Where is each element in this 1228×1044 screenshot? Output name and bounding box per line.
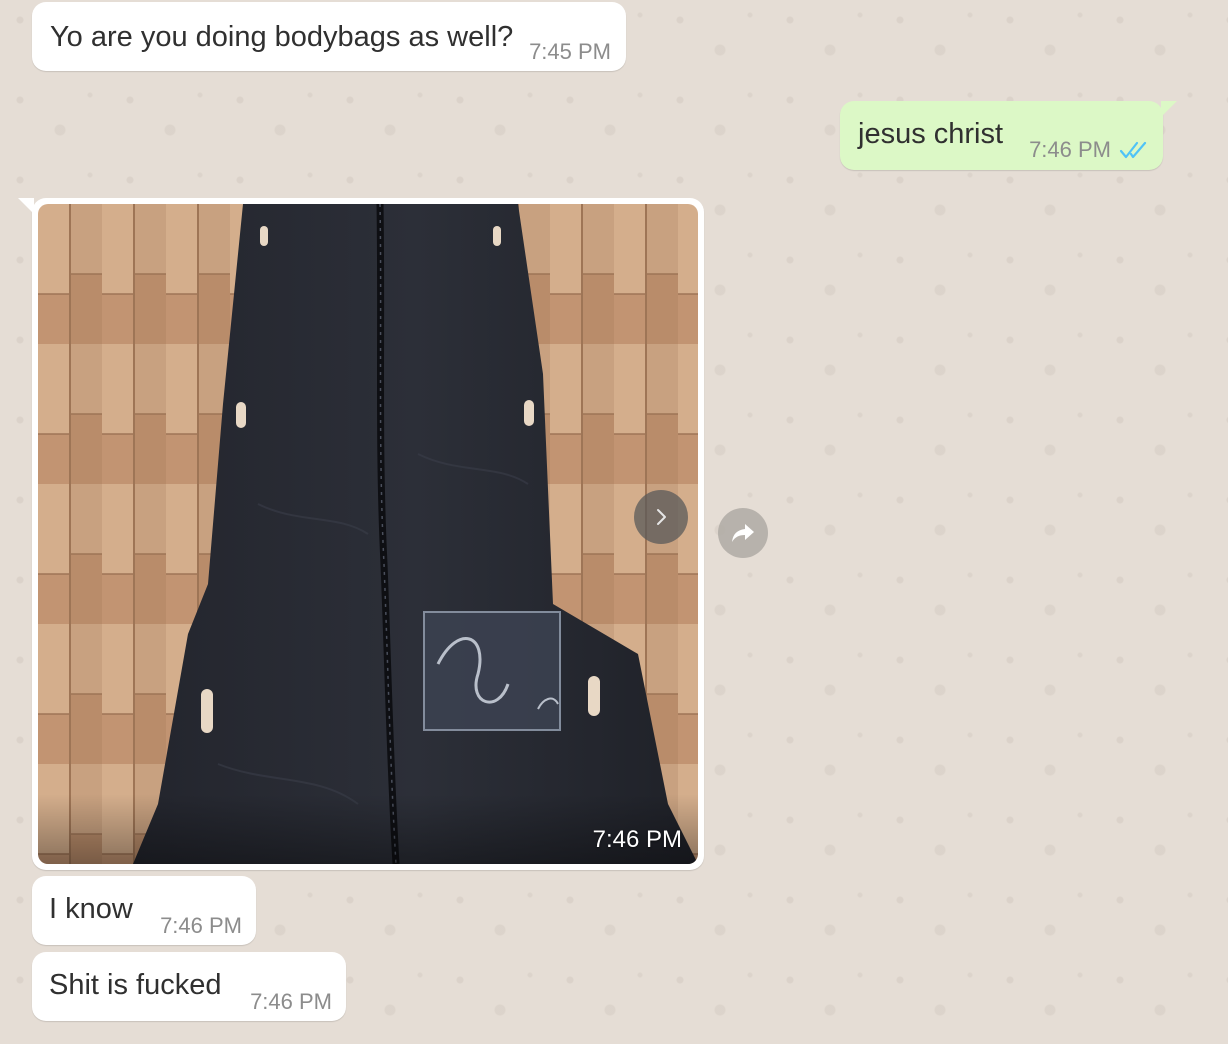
- message-bubble-incoming[interactable]: Yo are you doing bodybags as well? 7:45 …: [32, 2, 626, 71]
- photo-timestamp: 7:46 PM: [592, 826, 682, 853]
- message-photo[interactable]: 7:46 PM: [38, 204, 698, 864]
- message-timestamp: 7:45 PM: [529, 39, 611, 64]
- message-timestamp: 7:46 PM: [250, 989, 332, 1014]
- forward-icon[interactable]: [718, 508, 768, 558]
- message-text: jesus christ: [858, 118, 1004, 150]
- message-bubble-outgoing[interactable]: jesus christ 7:46 PM: [840, 101, 1177, 170]
- message-text: Yo are you doing bodybags as well?: [50, 21, 514, 53]
- message-bubble-incoming[interactable]: I know 7:46 PM: [32, 876, 256, 945]
- message-text: Shit is fucked: [49, 969, 222, 1001]
- message-text: I know: [49, 893, 133, 925]
- message-timestamp: 7:46 PM: [1029, 137, 1111, 162]
- message-bubble-incoming[interactable]: Shit is fucked 7:46 PM: [32, 952, 346, 1021]
- image-message-bubble[interactable]: 7:46 PM: [18, 198, 704, 870]
- message-timestamp: 7:46 PM: [160, 913, 242, 938]
- double-check-icon: [1119, 139, 1149, 161]
- chevron-right-icon[interactable]: [634, 490, 688, 544]
